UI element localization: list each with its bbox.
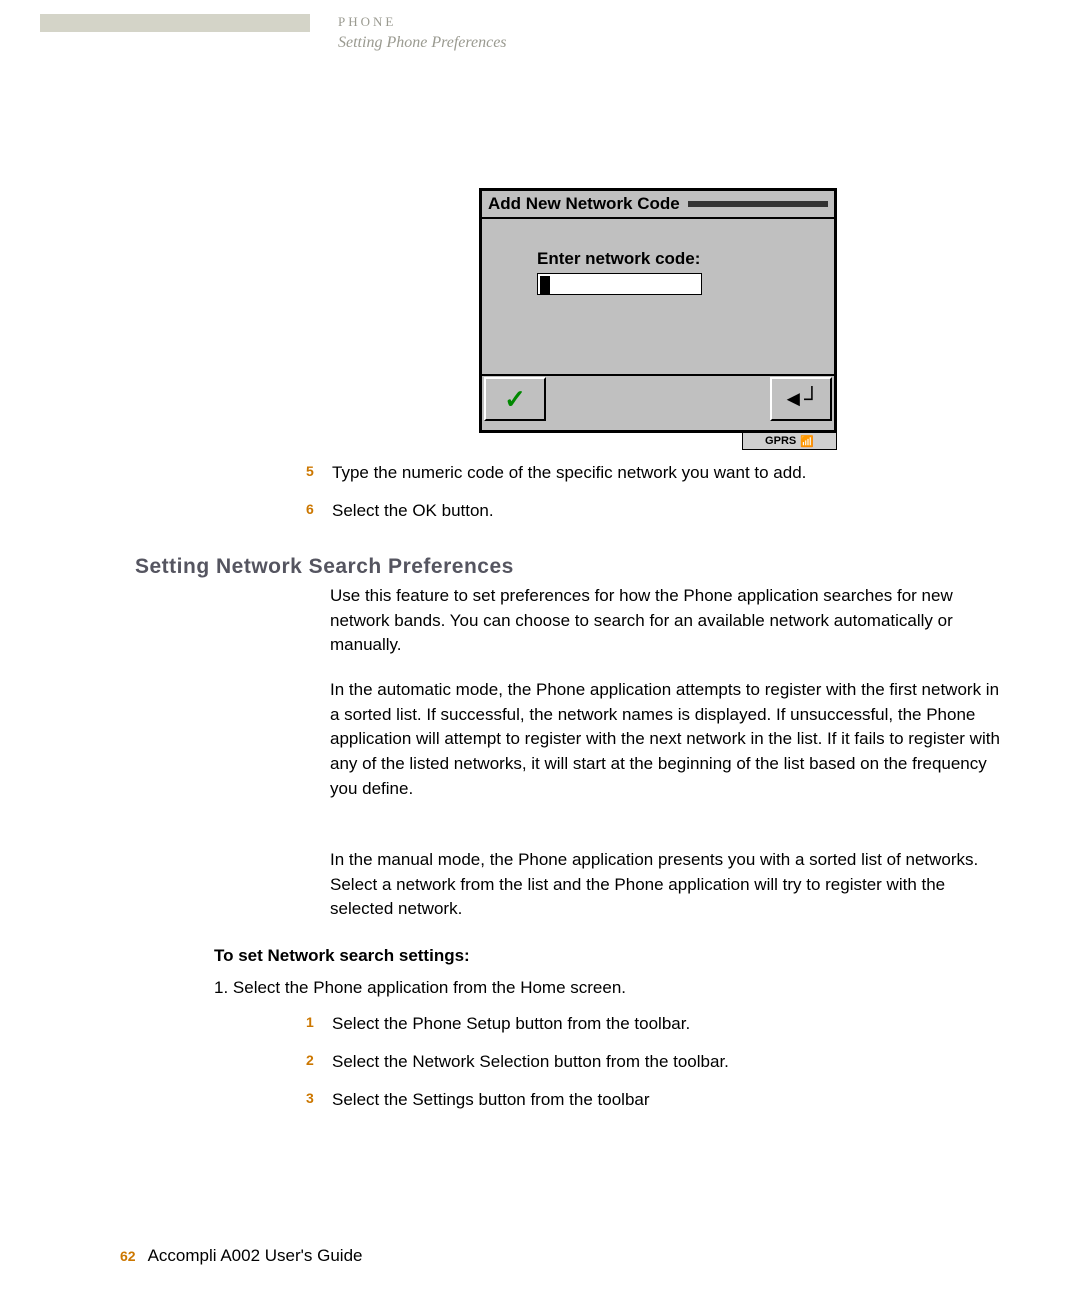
step-item: 5 Type the numeric code of the specific … [306,461,1006,485]
dialog-footer: ✓ ◄┘ [482,374,834,422]
check-icon: ✓ [504,384,526,415]
page-footer: 62 Accompli A002 User's Guide [120,1246,362,1266]
ok-button[interactable]: ✓ [484,377,546,421]
procedure-main-item: 1. Select the Phone application from the… [214,978,626,998]
dialog-body: Enter network code: [482,219,834,374]
substep-item: 3 Select the Settings button from the to… [306,1088,1006,1112]
substep-number: 3 [306,1088,332,1112]
page-header: PHONE Setting Phone Preferences [338,14,507,52]
body-paragraph-1: Use this feature to set preferences for … [330,584,1010,658]
section-heading-wrap: Setting Network Search Preferences [135,555,514,579]
dialog-title: Add New Network Code [488,194,680,214]
back-button[interactable]: ◄┘ [770,377,832,421]
dialog-prompt: Enter network code: [537,249,814,269]
guide-title: Accompli A002 User's Guide [148,1246,363,1266]
page-number: 62 [120,1248,136,1264]
step-number: 6 [306,499,332,523]
step-text: Select the OK button. [332,499,494,523]
procedure-heading: To set Network search settings: [214,946,470,966]
network-code-input[interactable] [537,273,702,295]
step-text: Type the numeric code of the specific ne… [332,461,806,485]
substep-item: 2 Select the Network Selection button fr… [306,1050,1006,1074]
header-subtitle: Setting Phone Preferences [338,34,507,52]
substep-text: Select the Network Selection button from… [332,1050,729,1074]
substeps-wrap: 1 Select the Phone Setup button from the… [306,1012,1006,1125]
dialog-titlebar: Add New Network Code [482,191,834,219]
substep-text: Select the Phone Setup button from the t… [332,1012,690,1036]
status-bar: GPRS 📶 [742,432,837,450]
body-paragraph-3: In the manual mode, the Phone applicatio… [330,848,1010,922]
add-network-dialog: Add New Network Code Enter network code:… [479,188,837,433]
content-steps-top: 5 Type the numeric code of the specific … [306,461,1006,537]
step-item: 6 Select the OK button. [306,499,1006,523]
substep-number: 1 [306,1012,332,1036]
substep-item: 1 Select the Phone Setup button from the… [306,1012,1006,1036]
gprs-label: GPRS [765,435,796,447]
substep-text: Select the Settings button from the tool… [332,1088,650,1112]
body-paragraph-2: In the automatic mode, the Phone applica… [330,678,1010,801]
step-number: 5 [306,461,332,485]
header-title: PHONE [338,14,507,30]
substep-number: 2 [306,1050,332,1074]
titlebar-decoration [688,201,828,207]
text-cursor [540,276,550,294]
header-gray-bar [40,14,310,32]
antenna-icon: 📶 [800,435,814,448]
back-arrow-icon: ◄┘ [782,386,819,412]
section-heading: Setting Network Search Preferences [135,555,514,579]
